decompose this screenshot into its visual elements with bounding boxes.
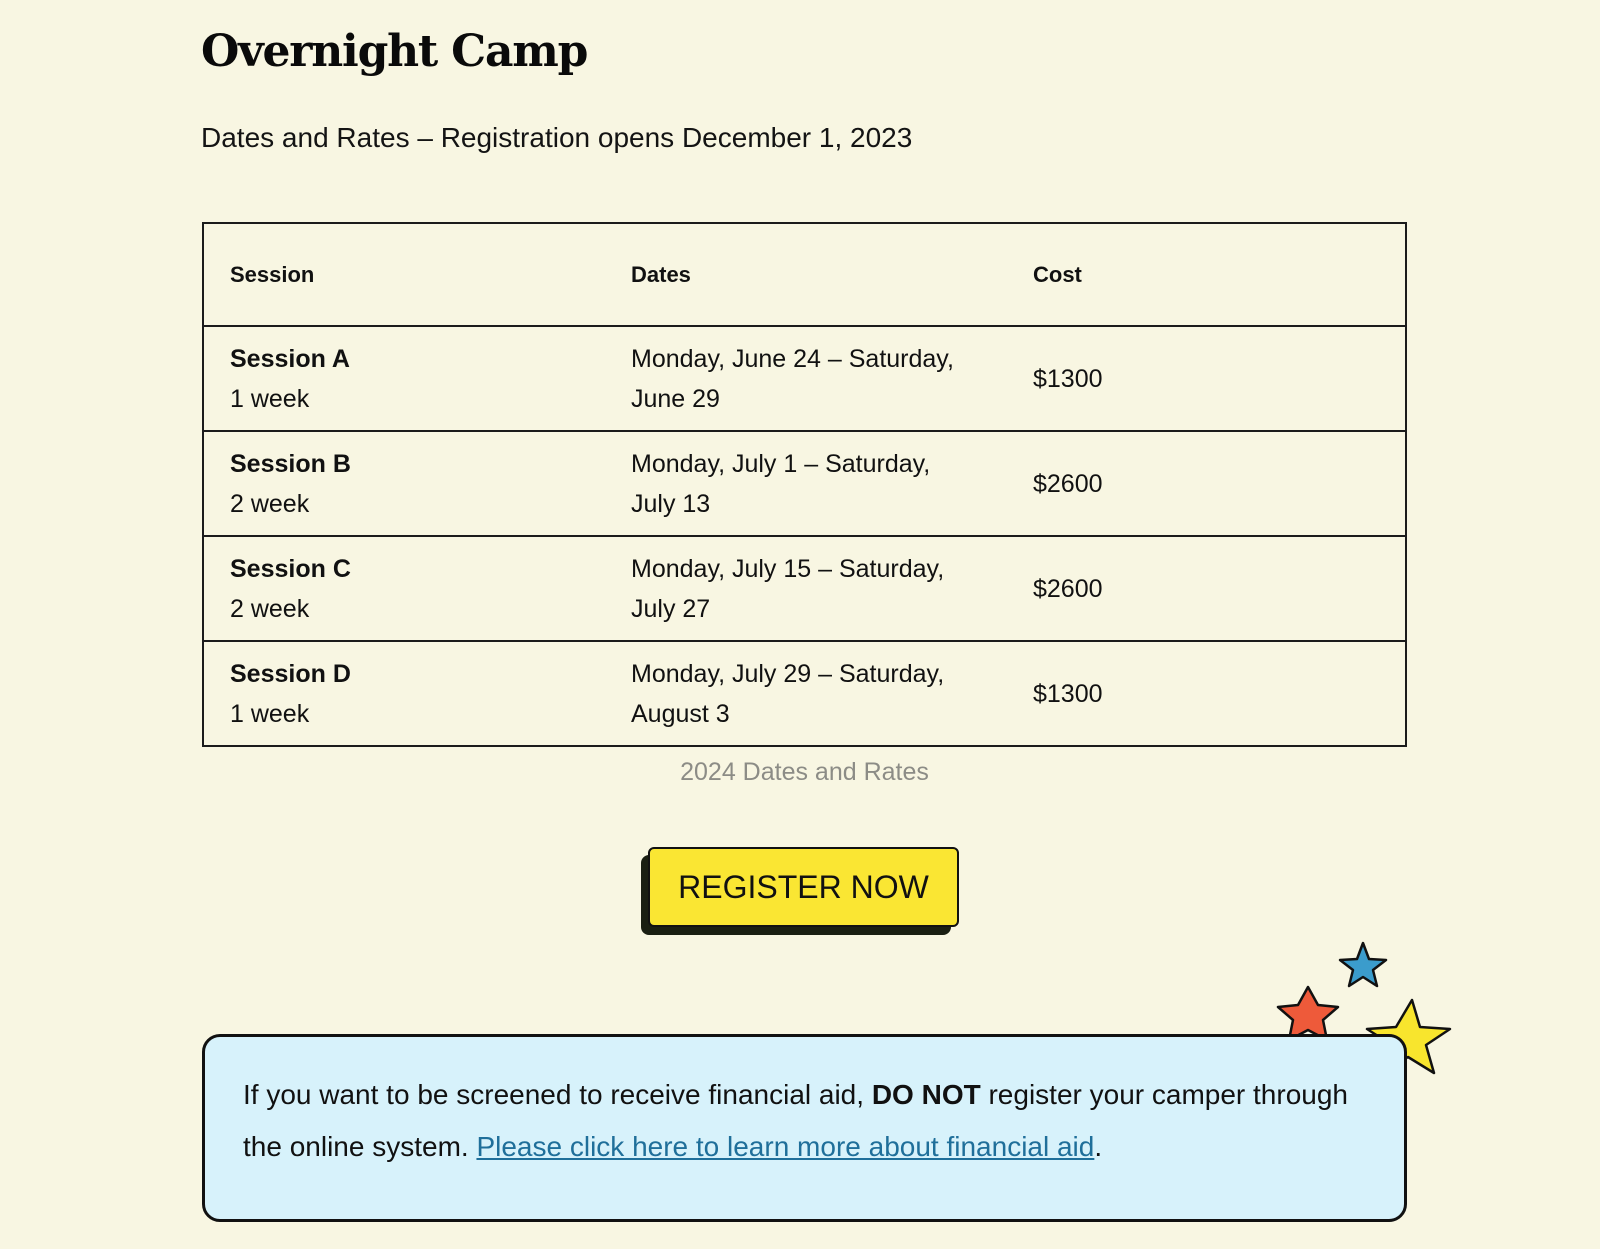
cost-cell: $1300 (1007, 640, 1406, 747)
session-length: 1 week (230, 384, 310, 413)
session-name: Session B (230, 449, 351, 478)
financial-aid-link[interactable]: Please click here to learn more about fi… (476, 1131, 1094, 1162)
cost-cell: $2600 (1007, 430, 1406, 537)
session-length: 2 week (230, 489, 310, 518)
cost-cell: $1300 (1007, 325, 1406, 432)
dates-cell: Monday, June 24 – Saturday, June 29 (605, 325, 1007, 432)
table-row: Session B 2 week Monday, July 1 – Saturd… (203, 430, 1406, 537)
header-cost: Cost (1007, 222, 1406, 327)
table-caption: 2024 Dates and Rates (680, 758, 929, 786)
session-length: 1 week (230, 699, 310, 728)
aid-emphasis: DO NOT (871, 1079, 981, 1110)
aid-text-end: . (1094, 1131, 1103, 1162)
red-star-icon (1276, 985, 1340, 1042)
table-header-row: Session Dates Cost (203, 222, 1406, 327)
cost-cell: $2600 (1007, 535, 1406, 642)
blue-star-icon (1338, 941, 1388, 988)
session-name: Session A (230, 344, 350, 373)
register-now-button[interactable]: REGISTER NOW (648, 847, 959, 927)
page-subtitle: Dates and Rates – Registration opens Dec… (201, 122, 913, 153)
session-dates: Monday, July 29 – Saturday, August 3 (631, 659, 945, 728)
financial-aid-notice: If you want to be screened to receive fi… (202, 1034, 1407, 1222)
header-session: Session (203, 222, 605, 327)
header-dates: Dates (605, 222, 1007, 327)
table-row: Session A 1 week Monday, June 24 – Satur… (203, 325, 1406, 432)
session-name: Session D (230, 659, 351, 688)
session-dates: Monday, June 24 – Saturday, June 29 (631, 344, 954, 413)
table-row: Session D 1 week Monday, July 29 – Satur… (203, 640, 1406, 747)
table-row: Session C 2 week Monday, July 15 – Satur… (203, 535, 1406, 642)
session-cell: Session B 2 week (203, 430, 605, 537)
session-name: Session C (230, 554, 351, 583)
dates-cell: Monday, July 1 – Saturday, July 13 (605, 430, 1007, 537)
page: Overnight Camp Dates and Rates – Registr… (0, 0, 1600, 1249)
session-cell: Session D 1 week (203, 640, 605, 747)
rates-table: Session Dates Cost Session A 1 week Mond… (202, 222, 1407, 747)
aid-text-intro: If you want to be screened to receive fi… (243, 1079, 872, 1110)
session-cell: Session A 1 week (203, 325, 605, 432)
dates-cell: Monday, July 29 – Saturday, August 3 (605, 640, 1007, 747)
page-title: Overnight Camp (201, 26, 588, 77)
session-cell: Session C 2 week (203, 535, 605, 642)
session-dates: Monday, July 15 – Saturday, July 27 (631, 554, 945, 623)
session-length: 2 week (230, 594, 310, 623)
session-dates: Monday, July 1 – Saturday, July 13 (631, 449, 931, 518)
register-button-wrapper: REGISTER NOW (641, 847, 960, 935)
dates-cell: Monday, July 15 – Saturday, July 27 (605, 535, 1007, 642)
